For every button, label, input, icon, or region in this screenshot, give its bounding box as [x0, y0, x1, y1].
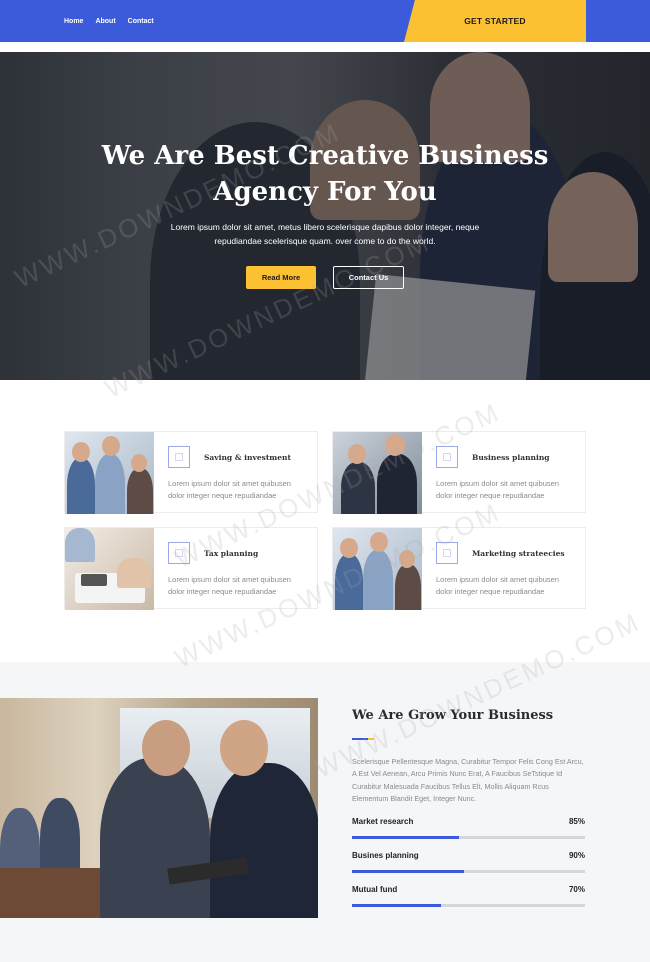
get-started-label: GET STARTED: [464, 16, 526, 26]
service-title: Saving & investment: [204, 453, 291, 462]
nav-contact-link[interactable]: Contact: [128, 18, 154, 25]
skill-progress-bar: [352, 904, 585, 907]
service-thumbnail: [333, 432, 422, 514]
service-text: Lorem ipsum dolor sit amet quibusen dolo…: [168, 479, 291, 500]
skill-value: 90%: [568, 851, 585, 860]
service-text: Lorem ipsum dolor sit amet quibusen dolo…: [436, 575, 559, 596]
nav-about-link[interactable]: About: [95, 18, 115, 25]
service-title: Tax planning: [204, 549, 259, 558]
service-card[interactable]: Marketing strateecies Lorem ipsum dolor …: [332, 527, 586, 610]
service-title: Business planning: [472, 453, 550, 462]
hero-subtitle: Lorem ipsum dolor sit amet, metus libero…: [150, 220, 500, 248]
skill-progress-fill: [352, 836, 460, 839]
skill-progress-bar: [352, 836, 585, 839]
service-icon: [436, 446, 458, 468]
service-card[interactable]: Tax planning Lorem ipsum dolor sit amet …: [64, 527, 318, 610]
hero-title-line2: Agency For You: [213, 177, 437, 207]
read-more-button[interactable]: Read More: [246, 266, 316, 289]
service-card[interactable]: Saving & investment Lorem ipsum dolor si…: [64, 431, 318, 514]
hero-subtitle-line2: repudiandae scelerisque quam. over come …: [214, 236, 436, 246]
get-started-button[interactable]: GET STARTED: [404, 0, 586, 42]
grow-title: We Are Grow Your Business: [352, 708, 554, 723]
hero-banner: We Are Best Creative Business Agency For…: [0, 52, 650, 380]
service-thumbnail: [333, 528, 422, 610]
service-thumbnail: [65, 528, 154, 610]
grow-text: Scelerisque Pellentesque Magna, Curabitu…: [352, 757, 584, 804]
service-text: Lorem ipsum dolor sit amet quibusen dolo…: [168, 575, 291, 596]
nav-home-link[interactable]: Home: [64, 18, 83, 25]
skill-label: Mutual fund: [352, 885, 398, 894]
service-icon: [168, 446, 190, 468]
skill-value: 85%: [568, 817, 585, 826]
main-nav: Home About Contact: [64, 0, 154, 42]
hero-overlay: [0, 52, 650, 380]
skill-progress-fill: [352, 904, 441, 907]
grow-section-photo: [0, 698, 318, 918]
skill-value: 70%: [568, 885, 585, 894]
hero-title: We Are Best Creative Business Agency For…: [0, 138, 650, 210]
service-title: Marketing strateecies: [472, 549, 565, 558]
hero-title-line1: We Are Best Creative Business: [101, 141, 549, 171]
service-icon: [436, 542, 458, 564]
contact-us-button[interactable]: Contact Us: [333, 266, 404, 289]
skill-progress-bar: [352, 870, 585, 873]
service-thumbnail: [65, 432, 154, 514]
hero-subtitle-line1: Lorem ipsum dolor sit amet, metus libero…: [170, 222, 480, 232]
skill-label: Market research: [352, 817, 414, 826]
service-card[interactable]: Business planning Lorem ipsum dolor sit …: [332, 431, 586, 514]
service-icon: [168, 542, 190, 564]
title-underline-accent: [368, 738, 374, 740]
service-text: Lorem ipsum dolor sit amet quibusen dolo…: [436, 479, 559, 500]
skill-label: Busines planning: [352, 851, 419, 860]
skill-progress-fill: [352, 870, 464, 873]
